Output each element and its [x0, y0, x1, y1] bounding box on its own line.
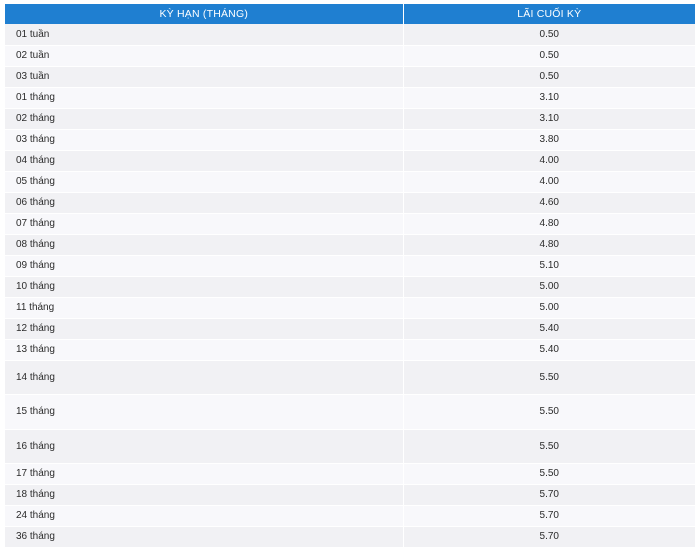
term-cell: 01 tuần: [5, 24, 404, 46]
rate-cell: 3.10: [403, 87, 695, 109]
table-row: 36 tháng 5.70: [5, 526, 695, 548]
table-row: 06 tháng 4.60: [5, 192, 695, 214]
term-cell: 05 tháng: [5, 171, 404, 193]
table-row: 05 tháng 4.00: [5, 171, 695, 193]
rate-cell: 0.50: [403, 24, 695, 46]
rate-cell: 5.50: [403, 394, 695, 430]
term-cell: 02 tháng: [5, 108, 404, 130]
interest-rate-table: KỲ HẠN (THÁNG) LÃI CUỐI KỲ 01 tuần 0.50 02…: [5, 4, 695, 548]
rate-cell: 5.50: [403, 463, 695, 485]
table-row: 03 tháng 3.80: [5, 129, 695, 151]
rate-cell: 4.80: [403, 234, 695, 256]
rate-cell: 0.50: [403, 45, 695, 67]
term-cell: 12 tháng: [5, 318, 404, 340]
rate-cell: 4.80: [403, 213, 695, 235]
term-cell: 03 tuần: [5, 66, 404, 88]
table-row: 10 tháng 5.00: [5, 276, 695, 298]
table-row: 17 tháng 5.50: [5, 463, 695, 485]
table-header-row: KỲ HẠN (THÁNG) LÃI CUỐI KỲ: [5, 4, 695, 24]
term-cell: 01 tháng: [5, 87, 404, 109]
term-cell: 17 tháng: [5, 463, 404, 485]
rate-cell: 5.40: [403, 339, 695, 361]
table-row: 03 tuần 0.50: [5, 66, 695, 88]
table-row: 12 tháng 5.40: [5, 318, 695, 340]
table-row: 18 tháng 5.70: [5, 484, 695, 506]
term-cell: 24 tháng: [5, 505, 404, 527]
term-cell: 09 tháng: [5, 255, 404, 277]
table-row: 02 tuần 0.50: [5, 45, 695, 67]
rate-cell: 0.50: [403, 66, 695, 88]
term-cell: 36 tháng: [5, 526, 404, 548]
rate-cell: 5.00: [403, 276, 695, 298]
term-cell: 08 tháng: [5, 234, 404, 256]
table-row: 01 tuần 0.50: [5, 24, 695, 46]
term-cell: 07 tháng: [5, 213, 404, 235]
rate-cell: 5.50: [403, 429, 695, 464]
table-row: 15 tháng 5.50: [5, 394, 695, 430]
rate-cell: 5.70: [403, 505, 695, 527]
rate-cell: 5.00: [403, 297, 695, 319]
table-row: 02 tháng 3.10: [5, 108, 695, 130]
term-cell: 13 tháng: [5, 339, 404, 361]
table-row: 07 tháng 4.80: [5, 213, 695, 235]
rate-cell: 5.70: [403, 526, 695, 548]
table-row: 14 tháng 5.50: [5, 360, 695, 395]
term-cell: 15 tháng: [5, 394, 404, 430]
term-cell: 10 tháng: [5, 276, 404, 298]
rate-cell: 3.80: [403, 129, 695, 151]
table-body: 01 tuần 0.50 02 tuần 0.50 03 tuần 0.50 01 thán…: [5, 24, 695, 548]
table-row: 16 tháng 5.50: [5, 429, 695, 464]
table-row: 24 tháng 5.70: [5, 505, 695, 527]
table-row: 01 tháng 3.10: [5, 87, 695, 109]
rate-cell: 3.10: [403, 108, 695, 130]
term-cell: 06 tháng: [5, 192, 404, 214]
term-cell: 03 tháng: [5, 129, 404, 151]
table-row: 08 tháng 4.80: [5, 234, 695, 256]
rate-cell: 5.70: [403, 484, 695, 506]
rate-cell: 4.00: [403, 150, 695, 172]
term-cell: 02 tuần: [5, 45, 404, 67]
header-term: KỲ HẠN (THÁNG): [5, 4, 404, 24]
term-cell: 18 tháng: [5, 484, 404, 506]
table-row: 13 tháng 5.40: [5, 339, 695, 361]
rate-cell: 4.60: [403, 192, 695, 214]
rate-cell: 5.50: [403, 360, 695, 395]
term-cell: 14 tháng: [5, 360, 404, 395]
table-row: 11 tháng 5.00: [5, 297, 695, 319]
term-cell: 11 tháng: [5, 297, 404, 319]
term-cell: 04 tháng: [5, 150, 404, 172]
rate-cell: 5.40: [403, 318, 695, 340]
table-row: 04 tháng 4.00: [5, 150, 695, 172]
rate-cell: 4.00: [403, 171, 695, 193]
rate-cell: 5.10: [403, 255, 695, 277]
header-rate: LÃI CUỐI KỲ: [403, 4, 695, 24]
table-row: 09 tháng 5.10: [5, 255, 695, 277]
term-cell: 16 tháng: [5, 429, 404, 464]
